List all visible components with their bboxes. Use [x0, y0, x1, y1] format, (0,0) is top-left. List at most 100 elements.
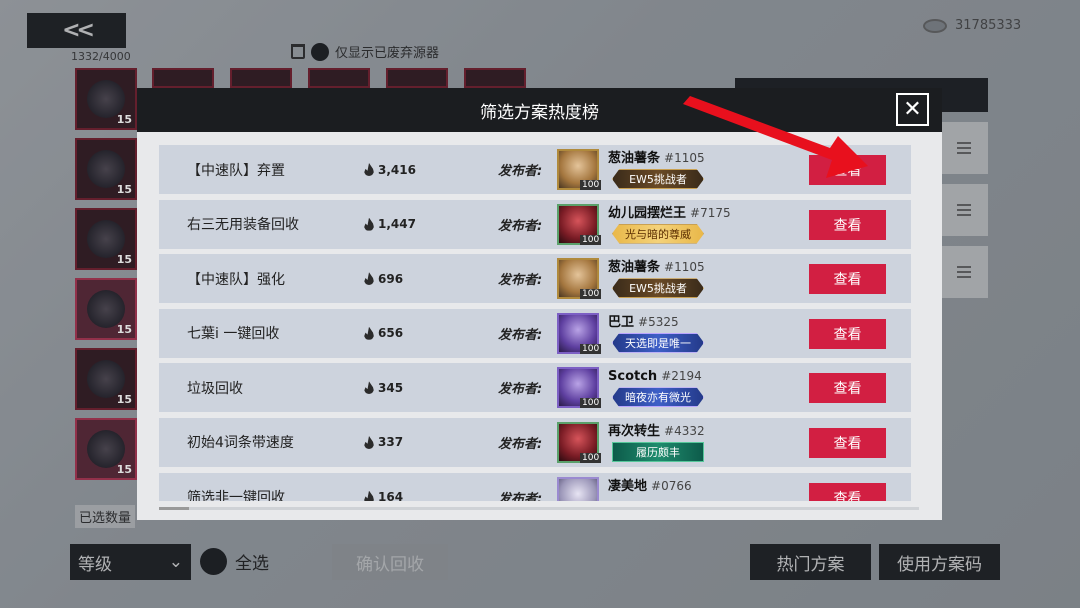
avatar-level: 100	[580, 180, 602, 190]
title-badge: EW5挑战者	[612, 278, 704, 299]
flame-icon	[364, 163, 374, 176]
heat-value: 345	[378, 380, 404, 395]
plan-row: 【中速队】强化 696 发布者: 100 葱油薯条 #1105 EW5挑战者 查看	[159, 254, 911, 304]
flame-icon	[364, 217, 374, 231]
tile-level: 15	[116, 393, 132, 406]
title-badge: 履历颇丰	[612, 441, 704, 462]
avatar-level: 100	[580, 289, 602, 300]
plan-name: 右三无用装备回收	[187, 217, 299, 234]
publisher-label: 发布者:	[498, 491, 543, 501]
publisher-name: 葱油薯条	[608, 151, 661, 166]
tile-level: 15	[116, 323, 132, 336]
plan-row: 右三无用装备回收 1,447 发布者: 100 幼儿园摆烂王 #7175 光与暗的…	[159, 199, 911, 249]
view-button[interactable]: 查看	[809, 427, 886, 458]
view-button[interactable]: 查看	[809, 155, 886, 185]
scrollbar[interactable]	[159, 507, 919, 510]
view-button[interactable]: 查看	[809, 318, 886, 349]
flame-icon	[364, 490, 374, 501]
heat-value: 164	[378, 490, 404, 501]
publisher-id: #7175	[690, 205, 731, 220]
flame-icon	[364, 381, 374, 395]
avatar-level: 100	[580, 452, 602, 463]
heat-value: 656	[378, 326, 404, 341]
avatar[interactable]: 100	[557, 476, 599, 501]
avatar-level: 100	[580, 398, 602, 409]
plan-heat: 337	[364, 435, 403, 449]
plan-row: 垃圾回收 345 发布者: 100 Scotch #2194 暗夜亦有微光 查看	[159, 363, 911, 413]
publisher-name: 巴卫	[608, 314, 635, 330]
view-button[interactable]: 查看	[809, 209, 886, 240]
publisher-id: #2194	[661, 369, 702, 384]
title-badge: 暗夜亦有微光	[612, 387, 704, 408]
publisher-name: 葱油薯条	[608, 260, 661, 276]
flame-icon	[364, 272, 374, 286]
publisher-label: 发布者:	[498, 164, 543, 179]
close-button[interactable]: ✕	[896, 93, 929, 126]
heat-value: 3,416	[378, 162, 416, 177]
plan-name: 初始4词条带速度	[187, 435, 294, 452]
avatar[interactable]: 100	[557, 367, 602, 409]
publisher-name: 凄美地	[608, 478, 648, 494]
publisher-label: 发布者:	[498, 218, 543, 234]
tile-level: 15	[116, 253, 132, 266]
title-badge: EW5挑战者	[612, 169, 704, 189]
publisher-label: 发布者:	[498, 273, 543, 289]
title-badge: 光与暗的尊威	[612, 223, 704, 244]
view-button[interactable]: 查看	[809, 373, 886, 404]
publisher-label: 发布者:	[498, 382, 543, 398]
publisher-info: 凄美地 #0766	[608, 475, 692, 494]
avatar[interactable]: 100	[557, 149, 602, 190]
publisher-id: #1105	[664, 151, 705, 165]
avatar-level: 100	[580, 234, 602, 245]
publisher-label: 发布者:	[498, 436, 543, 452]
view-button[interactable]: 查看	[809, 482, 886, 501]
publisher-info: 再次转生 #4332 履历颇丰	[608, 420, 705, 462]
plan-name: 七葉i 一键回收	[187, 326, 280, 343]
publisher-id: #0766	[651, 478, 692, 493]
publisher-name: 再次转生	[608, 423, 661, 439]
plan-name: 【中速队】弃置	[187, 162, 285, 179]
title-badge: 天选即是唯一	[612, 332, 704, 353]
publisher-id: #5325	[638, 314, 679, 329]
view-button[interactable]: 查看	[809, 264, 886, 295]
plan-heat: 345	[364, 381, 403, 395]
close-icon: ✕	[903, 96, 922, 122]
flame-icon	[364, 326, 374, 340]
plan-list[interactable]: 【中速队】弃置 3,416 发布者: 100 葱油薯条 #1105 EW5挑战者 …	[159, 145, 911, 501]
plan-name: 【中速队】强化	[187, 271, 285, 288]
modal-header: 筛选方案热度榜 ✕	[137, 88, 942, 132]
plan-heat: 164	[364, 490, 403, 501]
publisher-info: 葱油薯条 #1105 EW5挑战者	[608, 256, 705, 299]
plan-name: 垃圾回收	[187, 380, 243, 397]
publisher-info: 巴卫 #5325 天选即是唯一	[608, 311, 704, 353]
plan-row: 筛选非一键回收 164 发布者: 100 凄美地#0766 查看	[159, 472, 911, 501]
tile-level: 15	[116, 463, 132, 476]
hot-plans-modal: 筛选方案热度榜 ✕ 【中速队】弃置 3,416 发布者: 100 葱油薯条 #11…	[137, 88, 942, 520]
tile-level: 15	[116, 183, 132, 196]
avatar[interactable]: 100	[557, 258, 602, 300]
publisher-info: Scotch #2194 暗夜亦有微光	[608, 365, 704, 408]
plan-row: 初始4词条带速度 337 发布者: 100 再次转生 #4332 履历颇丰 查看	[159, 417, 911, 467]
avatar[interactable]: 100	[557, 203, 602, 245]
heat-value: 1,447	[378, 217, 416, 232]
avatar[interactable]: 100	[557, 421, 602, 463]
publisher-info: 幼儿园摆烂王 #7175 光与暗的尊威	[608, 202, 731, 244]
modal-title: 筛选方案热度榜	[480, 102, 599, 123]
scrollbar-thumb[interactable]	[159, 507, 189, 510]
plan-heat: 1,447	[364, 217, 416, 231]
plan-heat: 656	[364, 326, 403, 340]
avatar-level: 100	[580, 343, 602, 354]
publisher-id: #1105	[664, 260, 705, 275]
plan-row: 【中速队】弃置 3,416 发布者: 100 葱油薯条 #1105 EW5挑战者 …	[159, 145, 911, 194]
avatar[interactable]: 100	[557, 312, 602, 354]
publisher-info: 葱油薯条 #1105 EW5挑战者	[608, 147, 705, 189]
heat-value: 696	[378, 271, 404, 286]
publisher-label: 发布者:	[498, 327, 543, 343]
publisher-name: 幼儿园摆烂王	[608, 205, 687, 221]
tile-level: 15	[116, 113, 132, 126]
flame-icon	[364, 435, 374, 449]
plan-heat: 696	[364, 272, 403, 286]
publisher-name: Scotch	[608, 369, 658, 385]
publisher-id: #4332	[664, 423, 705, 438]
plan-name: 筛选非一键回收	[187, 490, 285, 501]
